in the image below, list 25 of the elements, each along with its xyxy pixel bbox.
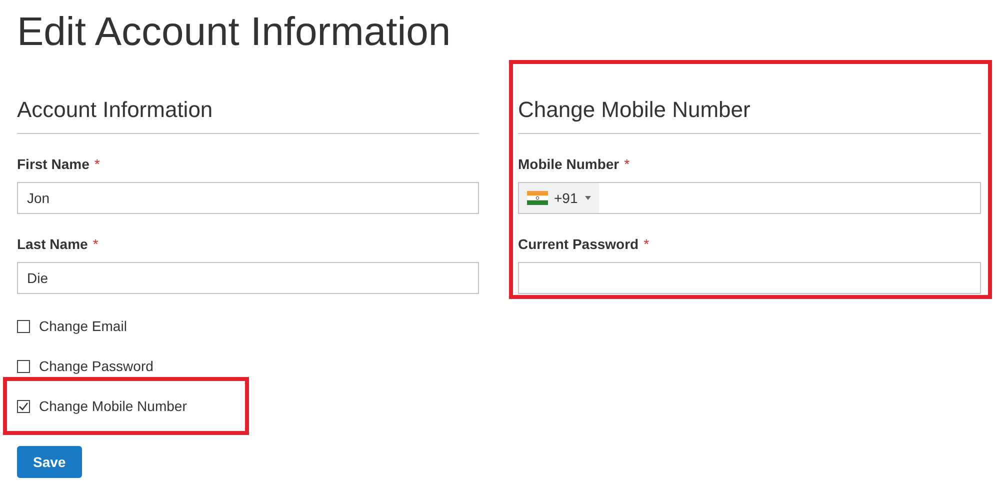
required-mark: * [92,236,98,252]
password-field[interactable] [518,262,981,294]
text-field[interactable]: Jon [17,182,479,214]
text-field[interactable]: Die [17,262,479,294]
field-label: Mobile Number [518,156,620,172]
section-heading: Change Mobile Number [518,95,981,134]
flag-icon [527,191,548,205]
section-heading: Account Information [17,95,479,134]
checkbox-label: Change Password [39,358,154,374]
country-selector[interactable]: +91 [519,183,599,213]
checkbox-label: Change Email [39,318,127,334]
checkbox[interactable] [17,320,30,332]
checkbox[interactable] [17,360,30,372]
required-mark: * [644,236,650,252]
caret-icon [584,196,591,200]
phone-field[interactable]: +91 [518,182,981,214]
checkbox[interactable] [17,400,30,412]
checkbox-label: Change Mobile Number [39,398,187,414]
field-label: First Name [17,156,90,172]
required-mark: * [624,156,630,172]
field-label: Current Password [518,236,639,252]
field-label: Last Name [17,236,88,252]
required-mark: * [94,156,100,172]
page-title: Edit Account Information [17,9,452,56]
save-button[interactable]: Save [17,446,82,478]
